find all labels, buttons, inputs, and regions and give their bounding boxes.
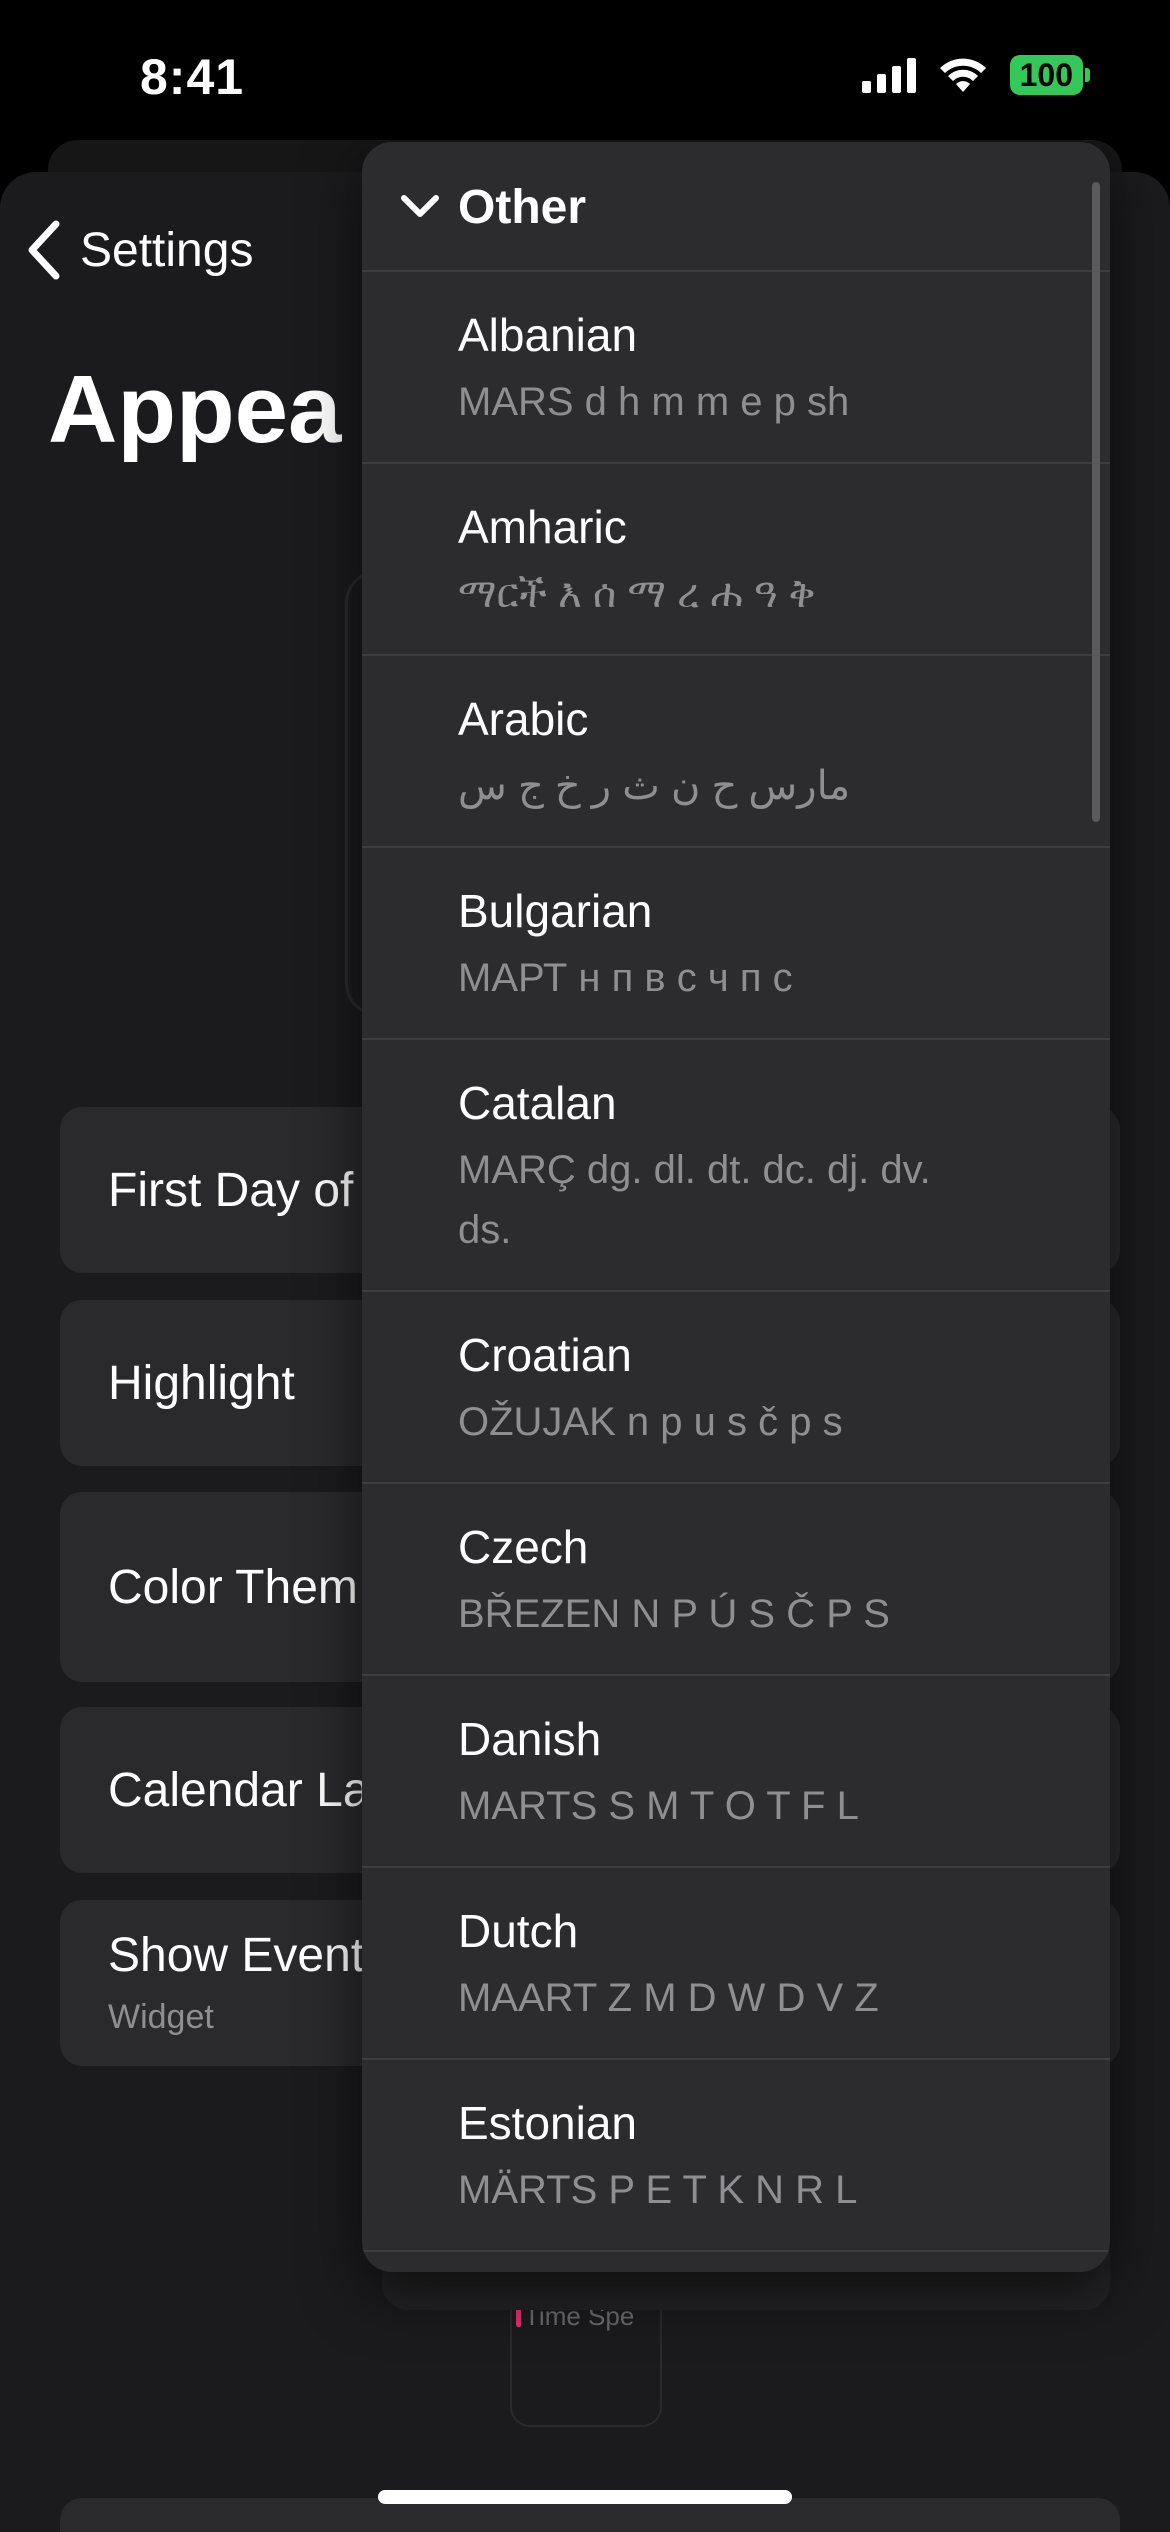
item-name: Estonian [458,2097,638,2149]
menu-item-dutch[interactable]: Dutch MAART Z M D W D V Z [362,1868,1110,2060]
item-name: Danish [458,1713,602,1765]
menu-item-amharic[interactable]: Amharic ማርች እ ሰ ማ ረ ሐ ዓ ቅ [362,464,1110,656]
item-name: Arabic [458,693,589,745]
battery-icon: 100 [1009,55,1090,95]
item-sample: МАРТ н п в с ч п с [458,956,793,1000]
home-indicator[interactable] [378,2490,792,2504]
item-name: Albanian [458,309,638,361]
item-sample: BŘEZEN N P Ú S Č P S [458,1592,890,1636]
status-time: 8:41 [140,49,245,105]
menu-item-estonian[interactable]: Estonian MÄRTS P E T K N R L [362,2060,1110,2252]
menu-item-albanian[interactable]: Albanian MARS d h m m e p sh [362,272,1110,464]
menu-section-label: Other [458,181,587,234]
event-color-bar [516,2307,521,2327]
item-name: Amharic [458,501,627,553]
wifi-icon [939,58,986,92]
menu-item-bulgarian[interactable]: Bulgarian МАРТ н п в с ч п с [362,848,1110,1040]
item-sample: MÄRTS P E T K N R L [458,2168,858,2212]
item-sample: MARÇ dg. dl. dt. dc. dj. dv. ds. [458,1148,931,1252]
menu-item-catalan[interactable]: Catalan MARÇ dg. dl. dt. dc. dj. dv. ds. [362,1040,1110,1292]
item-sample: MARS d h m m e p sh [458,380,850,424]
item-sample: MAART Z M D W D V Z [458,1976,879,2020]
row-label: First Day of [108,1164,354,1217]
item-name: Dutch [458,1905,579,1957]
row-label: Show Event [108,1929,365,1982]
item-sample: مارس ح ن ث ر خ ج س [458,764,851,808]
item-name: Catalan [458,1077,617,1129]
item-name: Czech [458,1521,589,1573]
item-sample: OŽUJAK n p u s č p s [458,1400,843,1444]
battery-level: 100 [1009,55,1083,95]
screen: 8:41 100 Settings Appea First Day of Hig… [0,0,1170,2532]
row-label: Highlight [108,1357,295,1410]
back-button-label: Settings [80,223,254,277]
menu-item-czech[interactable]: Czech BŘEZEN N P Ú S Č P S [362,1484,1110,1676]
menu-item-arabic[interactable]: Arabic مارس ح ن ث ر خ ج س [362,656,1110,848]
status-icons: 100 [861,55,1090,95]
status-bar: 8:41 100 [0,0,1170,150]
item-sample: ማርች እ ሰ ማ ረ ሐ ዓ ቅ [458,572,816,616]
item-sample: MARTS S M T O T F L [458,1784,859,1828]
scroll-indicator[interactable] [1092,182,1100,822]
cellular-signal-icon [861,57,916,93]
menu-item-croatian[interactable]: Croatian OŽUJAK n p u s č p s [362,1292,1110,1484]
language-menu: Other Albanian MARS d h m m e p sh Amhar… [362,142,1110,2272]
row-label: Color Them [108,1561,358,1614]
item-name: Croatian [458,1329,632,1381]
row-sublabel: Widget [108,1998,214,2036]
menu-section-header[interactable]: Other [362,142,1110,272]
page-title: Appea [48,356,342,463]
chevron-down-icon [401,195,439,217]
item-name: Bulgarian [458,885,653,937]
chevron-left-icon [28,220,60,280]
row-label: Calendar La [108,1764,370,1817]
menu-item-danish[interactable]: Danish MARTS S M T O T F L [362,1676,1110,1868]
back-button[interactable]: Settings [26,220,253,280]
